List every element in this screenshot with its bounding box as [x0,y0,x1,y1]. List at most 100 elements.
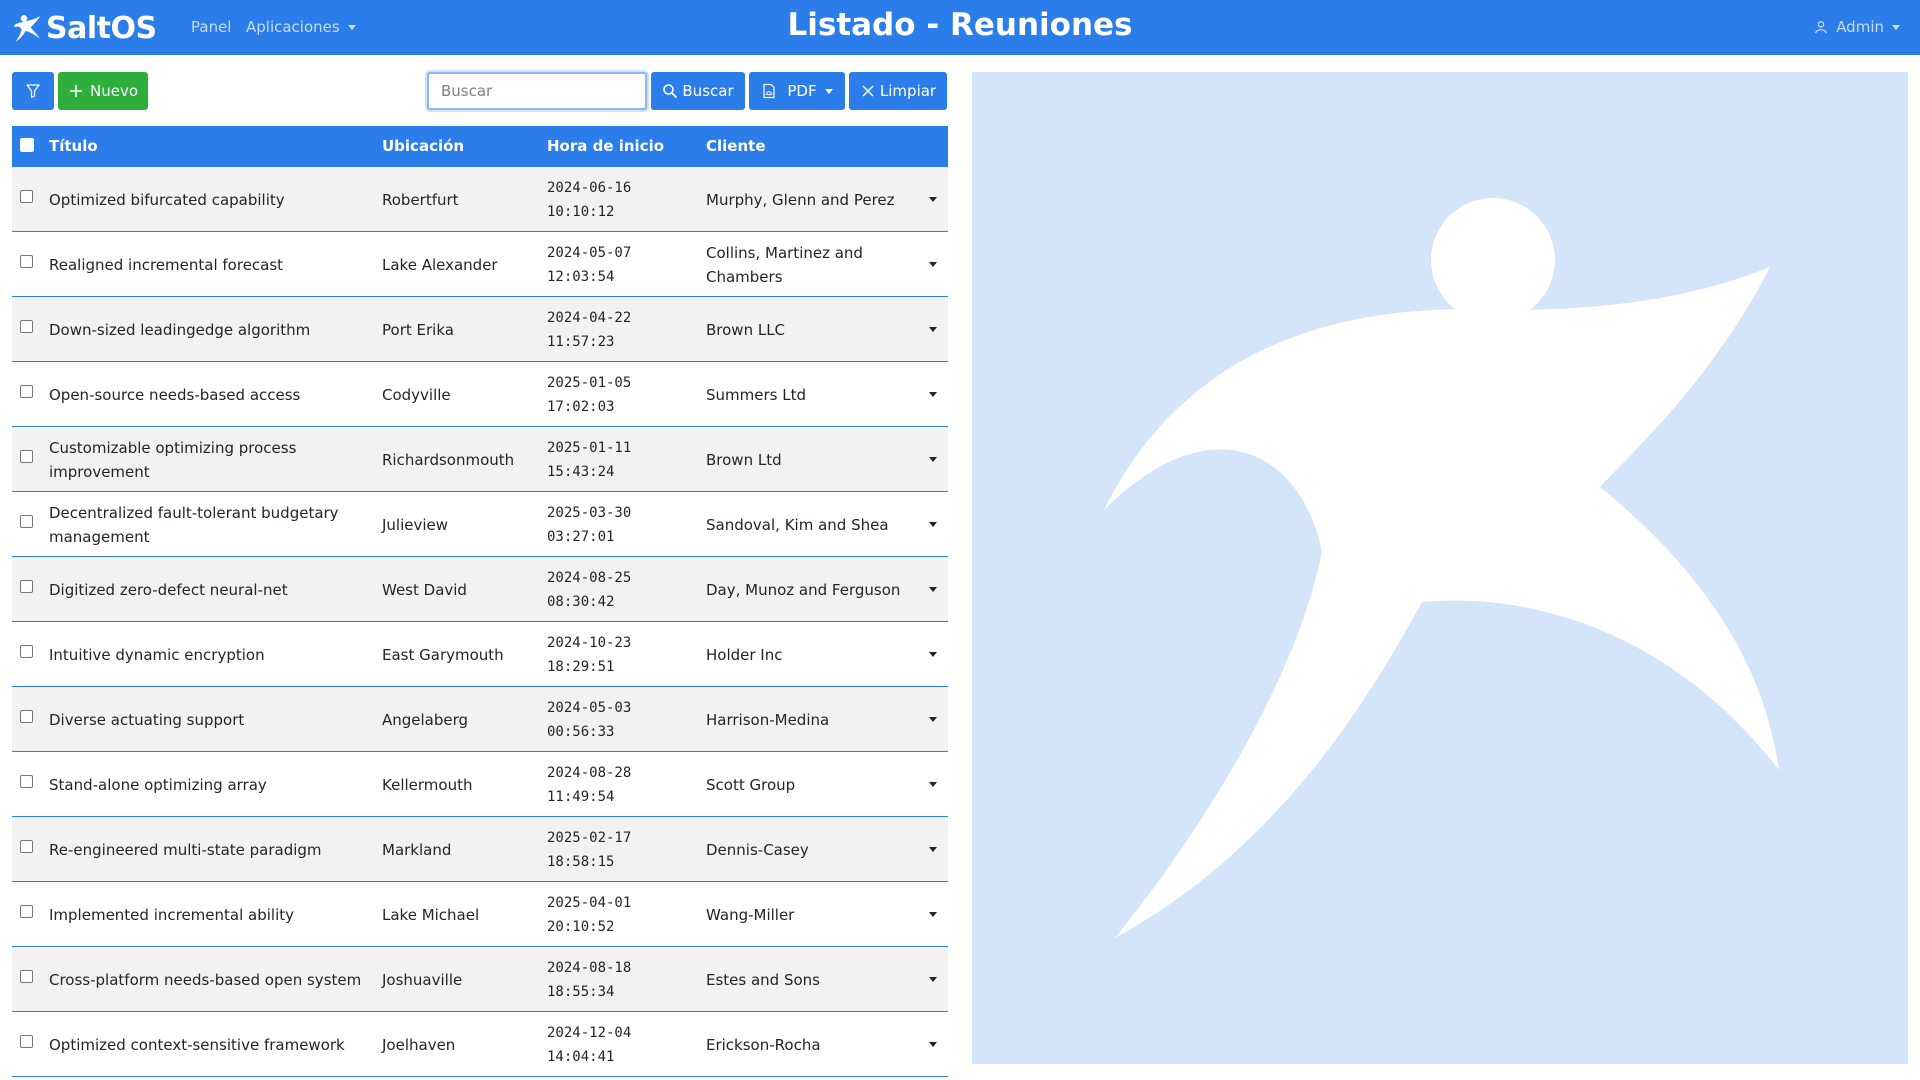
row-checkbox[interactable] [20,320,33,333]
cell-time: 14:04:41 [547,1048,615,1065]
cell-start-time: 2024-08-18 18:55:34 [547,947,697,1012]
caret-down-icon[interactable] [929,587,937,592]
table-row[interactable]: Cross-platform needs-based open system Jo… [12,947,948,1012]
cell-client: Collins, Martinez and Chambers [706,243,863,286]
cell-location: Lake Michael [382,905,480,924]
table-row[interactable]: Decentralized fault-tolerant budgetary m… [12,492,948,557]
cell-time: 11:57:23 [547,333,615,350]
funnel-icon [26,84,40,99]
table-row[interactable]: Intuitive dynamic encryption East Garymou… [12,622,948,687]
cell-time: 18:55:34 [547,983,615,1000]
cell-time: 15:43:24 [547,463,615,480]
caret-down-icon[interactable] [929,457,937,462]
cell-client: Summers Ltd [706,385,806,404]
caret-down-icon[interactable] [929,847,937,852]
clear-button[interactable]: Limpiar [849,72,947,110]
x-icon [862,85,874,97]
column-header-client[interactable]: Cliente [706,126,766,167]
row-checkbox[interactable] [20,905,33,918]
cell-start-time: 2024-08-25 08:30:42 [547,557,697,622]
cell-date: 2024-04-22 [547,309,632,326]
table-row[interactable]: Optimized bifurcated capability Robertfur… [12,167,948,232]
select-all-checkbox[interactable] [20,138,34,152]
cell-location: Kellermouth [382,775,473,794]
new-button[interactable]: Nuevo [58,72,148,110]
nav-panel-link[interactable]: Panel [191,18,231,36]
cell-client: Scott Group [706,775,796,794]
row-checkbox[interactable] [20,645,33,658]
table-row[interactable]: Implemented incremental ability Lake Mich… [12,882,948,947]
cell-location: Joelhaven [382,1035,456,1054]
cell-start-time: 2024-10-23 18:29:51 [547,622,697,687]
table-header: Título Ubicación Hora de inicio Cliente [12,126,948,167]
cell-date: 2024-08-25 [547,569,632,586]
caret-down-icon[interactable] [929,782,937,787]
table-row[interactable]: Stand-alone optimizing array Kellermouth 2… [12,752,948,817]
table-row[interactable]: Optimized context-sensitive framework Joe… [12,1012,948,1077]
cell-client: Holder Inc [706,645,783,664]
table-row[interactable]: Customizable optimizing process improvem… [12,427,948,492]
cell-time: 11:49:54 [547,788,615,805]
cell-client: Sandoval, Kim and Shea [706,515,889,534]
caret-down-icon[interactable] [929,522,937,527]
cell-start-time: 2024-12-04 14:04:41 [547,1012,697,1077]
filter-button[interactable] [12,72,54,110]
column-header-title[interactable]: Título [49,126,98,167]
search-input[interactable] [427,72,647,110]
row-checkbox[interactable] [20,450,33,463]
row-checkbox[interactable] [20,775,33,788]
table-row[interactable]: Re-engineered multi-state paradigm Markla… [12,817,948,882]
cell-date: 2025-04-01 [547,894,632,911]
cell-start-time: 2024-05-03 00:56:33 [547,687,697,752]
caret-down-icon[interactable] [929,262,937,267]
cell-client: Brown Ltd [706,450,782,469]
cell-time: 18:29:51 [547,658,615,675]
row-checkbox[interactable] [20,1035,33,1048]
row-checkbox[interactable] [20,840,33,853]
caret-down-icon[interactable] [929,652,937,657]
nav-apps-label: Aplicaciones [246,18,340,36]
cell-time: 10:10:12 [547,203,615,220]
cell-time: 18:58:15 [547,853,615,870]
row-checkbox[interactable] [20,515,33,528]
cell-title: Open-source needs-based access [49,385,301,404]
cell-title: Down-sized leadingedge algorithm [49,320,311,339]
cell-title: Cross-platform needs-based open system [49,970,362,989]
saltos-star-icon [14,15,41,42]
row-checkbox[interactable] [20,970,33,983]
table-row[interactable]: Digitized zero-defect neural-net West Dav… [12,557,948,622]
table-row[interactable]: Open-source needs-based access Codyville 2… [12,362,948,427]
table-row[interactable]: Diverse actuating support Angelaberg 2024-… [12,687,948,752]
cell-start-time: 2025-01-05 17:02:03 [547,362,697,427]
row-checkbox[interactable] [20,385,33,398]
row-checkbox[interactable] [20,255,33,268]
page-title: Listado - Reuniones [787,7,1133,43]
caret-down-icon[interactable] [929,327,937,332]
cell-title: Stand-alone optimizing array [49,775,267,794]
pdf-dropdown-button[interactable]: PDF [749,72,845,110]
row-checkbox[interactable] [20,580,33,593]
caret-down-icon[interactable] [929,392,937,397]
cell-title: Implemented incremental ability [49,905,295,924]
caret-down-icon[interactable] [929,1042,937,1047]
row-checkbox[interactable] [20,190,33,203]
caret-down-icon[interactable] [929,197,937,202]
column-header-location[interactable]: Ubicación [382,126,464,167]
column-header-start-time[interactable]: Hora de inicio [547,126,664,167]
cell-start-time: 2024-05-07 12:03:54 [547,232,697,297]
search-button[interactable]: Buscar [651,72,745,110]
caret-down-icon[interactable] [929,717,937,722]
user-menu[interactable]: Admin [1814,18,1900,36]
caret-down-icon[interactable] [929,912,937,917]
cell-title: Realigned incremental forecast [49,255,284,274]
cell-location: West David [382,580,467,599]
brand-logo[interactable]: SaltOS [12,8,157,48]
cell-date: 2024-05-03 [547,699,632,716]
table-row[interactable]: Down-sized leadingedge algorithm Port Eri… [12,297,948,362]
nav-apps-dropdown[interactable]: Aplicaciones [246,18,356,36]
cell-start-time: 2025-02-17 18:58:15 [547,817,697,882]
caret-down-icon[interactable] [929,977,937,982]
table-row[interactable]: Realigned incremental forecast Lake Alexa… [12,232,948,297]
cell-client: Dennis-Casey [706,840,809,859]
row-checkbox[interactable] [20,710,33,723]
